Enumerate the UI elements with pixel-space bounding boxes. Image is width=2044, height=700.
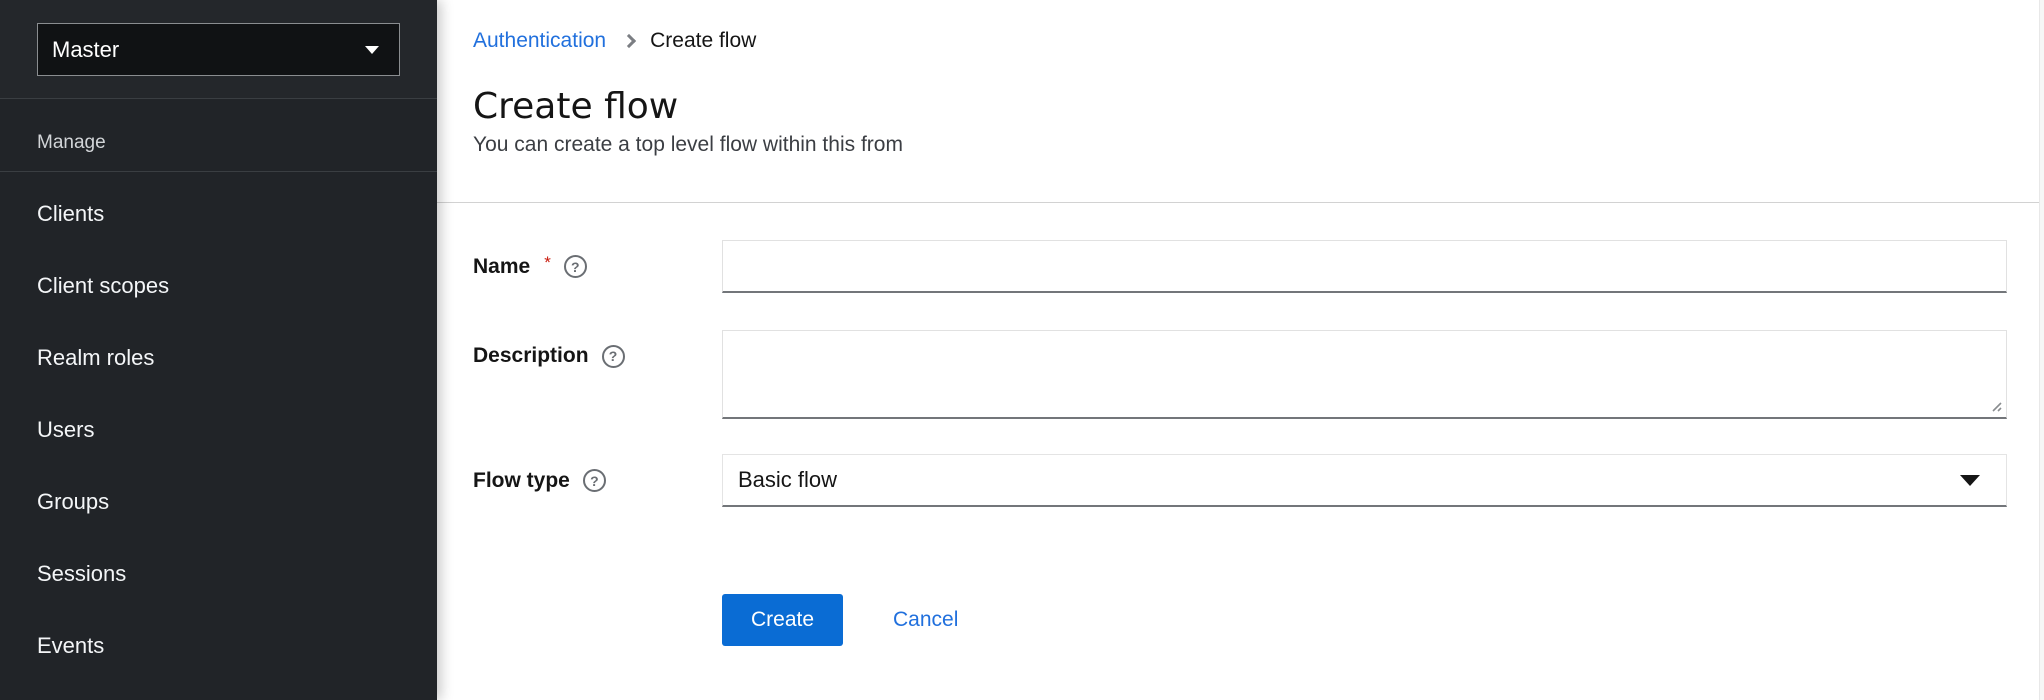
sidebar-item-client-scopes[interactable]: Client scopes (0, 250, 437, 322)
page-subtitle: You can create a top level flow within t… (473, 132, 2007, 158)
description-control (722, 330, 2007, 419)
form-row-flow-type: Flow type ? Basic flow (473, 454, 2007, 507)
description-label: Description (473, 344, 589, 368)
sidebar-item-realm-roles[interactable]: Realm roles (0, 322, 437, 394)
create-button[interactable]: Create (722, 594, 843, 646)
breadcrumb-link-authentication[interactable]: Authentication (473, 30, 606, 52)
sidebar-item-users[interactable]: Users (0, 394, 437, 466)
chevron-down-icon (1960, 475, 1980, 486)
create-flow-form: Name * ? Description ? (437, 203, 2044, 646)
name-help-icon[interactable]: ? (564, 255, 587, 278)
chevron-down-icon (365, 46, 379, 54)
scrollbar-track[interactable] (2039, 0, 2044, 700)
form-row-name: Name * ? (473, 240, 2007, 293)
description-textarea[interactable] (722, 330, 2007, 419)
name-input[interactable] (722, 240, 2007, 293)
sidebar: Master Manage Clients Client scopes Real… (0, 0, 437, 700)
realm-selector-dropdown[interactable]: Master (37, 23, 400, 76)
page-header: Authentication Create flow Create flow Y… (437, 0, 2044, 202)
sidebar-nav: Clients Client scopes Realm roles Users … (0, 172, 437, 682)
breadcrumb-current: Create flow (650, 30, 756, 52)
resize-handle-icon[interactable] (1988, 398, 2002, 412)
form-actions: Create Cancel (722, 594, 2007, 646)
flow-type-label-group: Flow type ? (473, 469, 722, 493)
required-asterisk: * (544, 253, 551, 273)
sidebar-item-groups[interactable]: Groups (0, 466, 437, 538)
flow-type-help-icon[interactable]: ? (583, 469, 606, 492)
page-title: Create flow (473, 88, 2007, 126)
chevron-right-icon (622, 34, 636, 48)
flow-type-control: Basic flow (722, 454, 2007, 507)
nav-group-title: Manage (0, 99, 437, 172)
description-label-group: Description ? (473, 330, 722, 368)
sidebar-item-events[interactable]: Events (0, 610, 437, 682)
realm-selector-section: Master (0, 0, 437, 99)
form-row-description: Description ? (473, 330, 2007, 419)
flow-type-label: Flow type (473, 469, 570, 493)
name-label-group: Name * ? (473, 255, 722, 279)
flow-type-selected-value: Basic flow (738, 467, 837, 493)
app-window: Master Manage Clients Client scopes Real… (0, 0, 2044, 700)
name-control (722, 240, 2007, 293)
cancel-button[interactable]: Cancel (893, 608, 958, 632)
sidebar-item-sessions[interactable]: Sessions (0, 538, 437, 610)
sidebar-item-clients[interactable]: Clients (0, 178, 437, 250)
description-help-icon[interactable]: ? (602, 345, 625, 368)
realm-selector-value: Master (52, 37, 119, 63)
main-content: Authentication Create flow Create flow Y… (437, 0, 2044, 700)
flow-type-select[interactable]: Basic flow (722, 454, 2007, 507)
name-label: Name (473, 255, 530, 279)
breadcrumb: Authentication Create flow (473, 30, 2007, 52)
